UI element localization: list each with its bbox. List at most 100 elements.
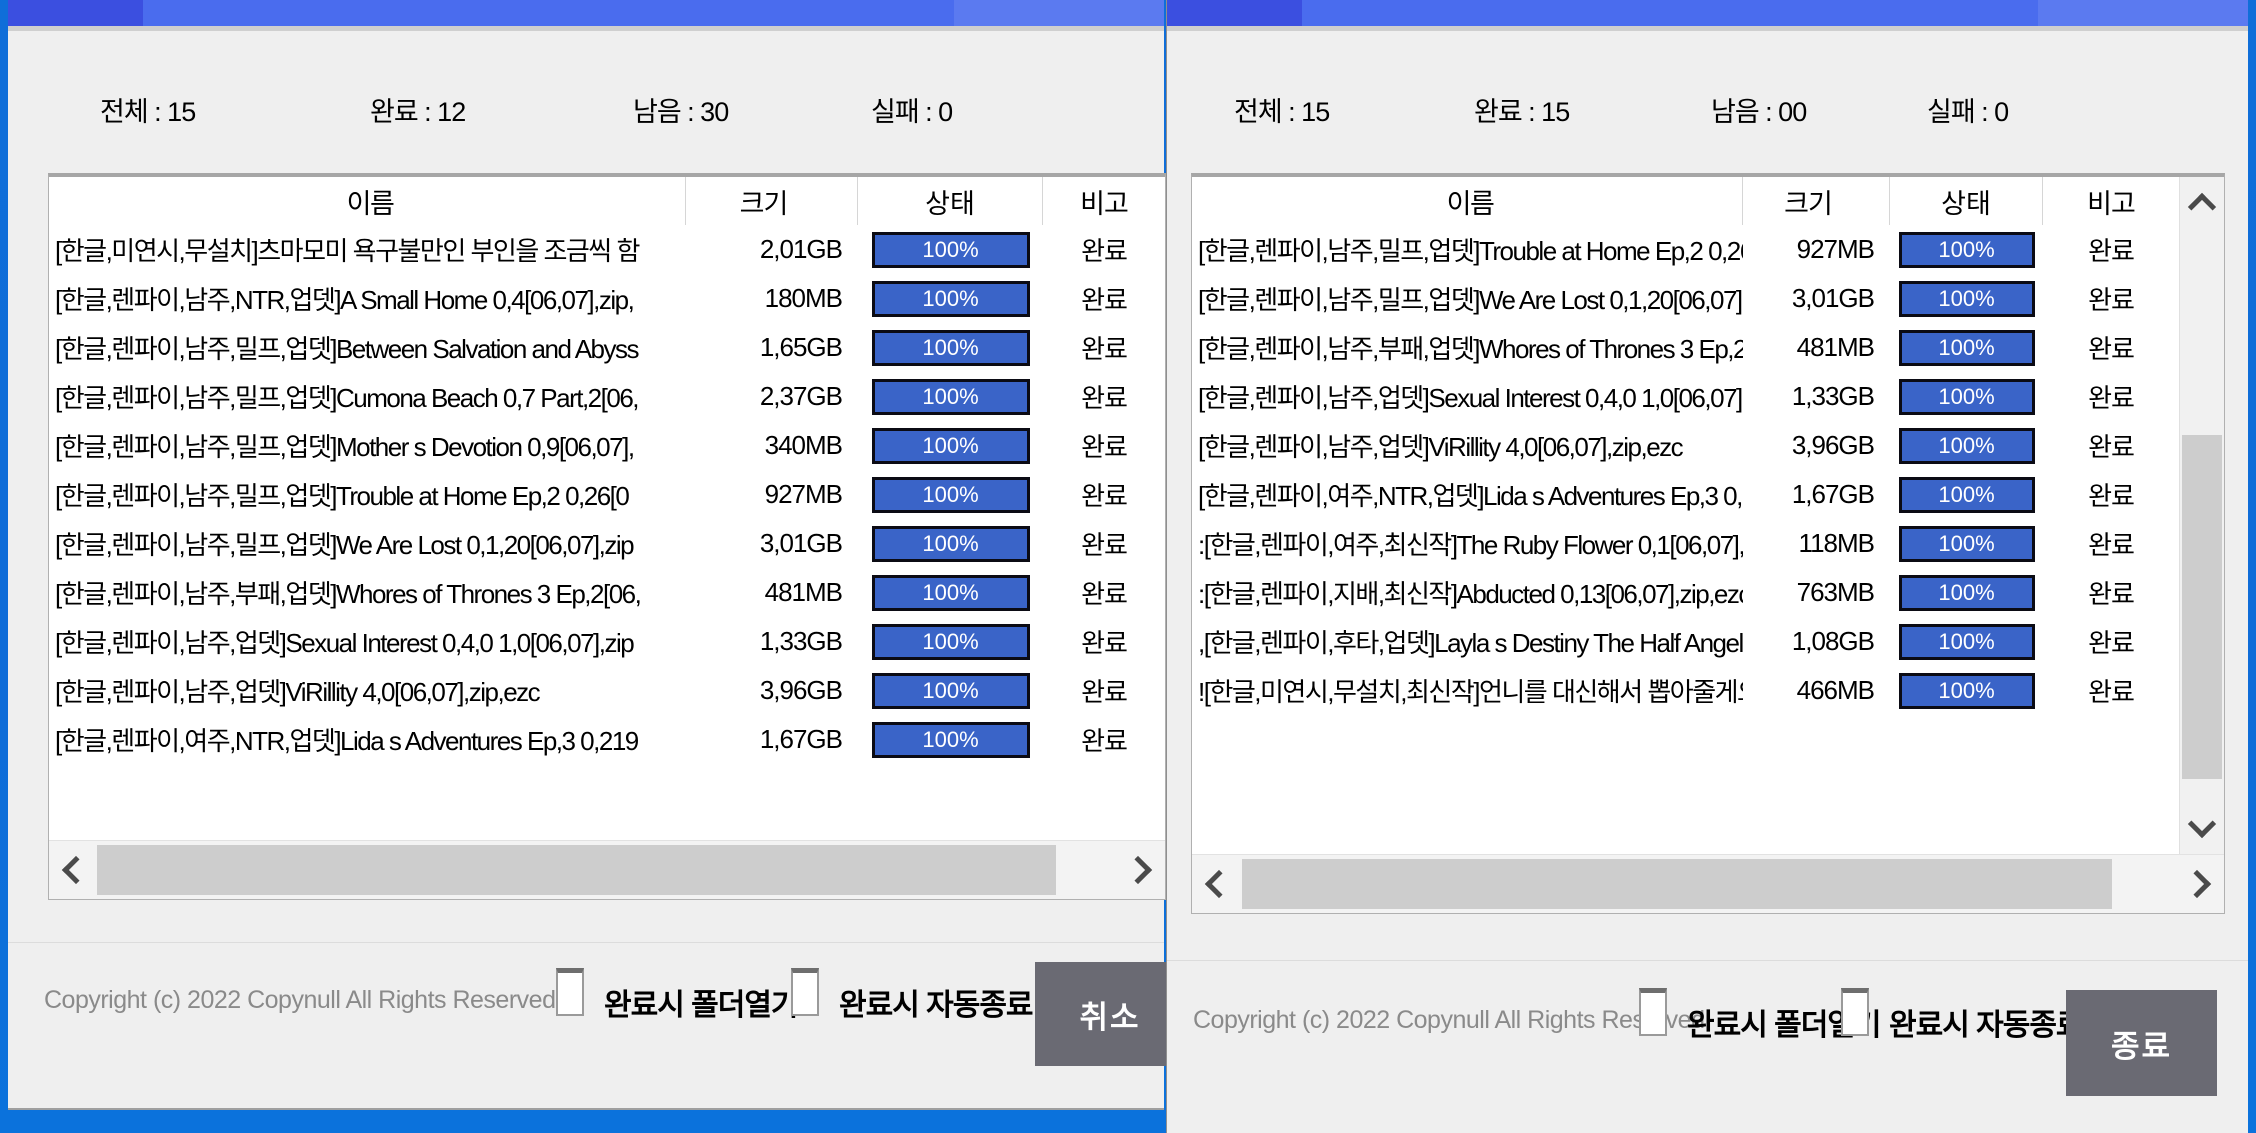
table-row[interactable]: [한글,렌파이,남주,업뎃]ViRillity 4,0[06,07],zip,e… (1192, 421, 2179, 470)
titlebar-segment-light (2038, 0, 2248, 26)
header-name: 이름 (1192, 177, 1743, 225)
table-row[interactable]: [한글,렌파이,남주,밀프,업뎃]We Are Lost 0,1,20[06,0… (49, 519, 1165, 568)
progress-bar: 100% (872, 526, 1030, 562)
remark: 완료 (2043, 280, 2179, 317)
table-row[interactable]: [한글,렌파이,남주,부패,업뎃]Whores of Thrones 3 Ep,… (1192, 323, 2179, 372)
auto-exit-checkbox[interactable] (1841, 988, 1869, 1036)
download-table: 이름 크기 상태 비고 [한글,렌파이,남주,밀프,업뎃]Trouble at … (1191, 173, 2225, 914)
remark: 완료 (1043, 672, 1165, 709)
table-row[interactable]: [한글,렌파이,남주,업뎃]Sexual Interest 0,4,0 1,0[… (1192, 372, 2179, 421)
status-cell: 100% (1890, 624, 2043, 660)
header-status: 상태 (858, 177, 1043, 225)
open-folder-checkbox[interactable] (556, 968, 584, 1016)
table-row[interactable]: [한글,렌파이,남주,밀프,업뎃]Trouble at Home Ep,2 0,… (49, 470, 1165, 519)
table-row[interactable]: :[한글,렌파이,여주,최신작]The Ruby Flower 0,1[06,0… (1192, 519, 2179, 568)
table-row[interactable]: [한글,렌파이,남주,업뎃]ViRillity 4,0[06,07],zip,e… (49, 666, 1165, 715)
stat-completed: 완료 : 15 (1474, 90, 1711, 129)
file-name: :[한글,렌파이,여주,최신작]The Ruby Flower 0,1[06,0… (1192, 525, 1743, 562)
scrollbar-thumb[interactable] (1242, 859, 2112, 909)
header-name: 이름 (49, 177, 686, 225)
horizontal-scrollbar[interactable] (49, 840, 1165, 899)
scrollbar-track[interactable] (1240, 855, 2176, 913)
status-cell: 100% (858, 232, 1043, 268)
table-body: [한글,렌파이,남주,밀프,업뎃]Trouble at Home Ep,2 0,… (1192, 225, 2179, 854)
chevron-left-icon (62, 856, 90, 884)
scrollbar-thumb[interactable] (2182, 435, 2222, 779)
auto-exit-checkbox[interactable] (791, 968, 819, 1016)
scrollbar-track[interactable] (2180, 229, 2224, 802)
stat-remaining: 남음 : 00 (1711, 90, 1927, 129)
chevron-right-icon (1124, 856, 1152, 884)
table-row[interactable]: [한글,렌파이,남주,부패,업뎃]Whores of Thrones 3 Ep,… (49, 568, 1165, 617)
status-cell: 100% (1890, 526, 2043, 562)
status-cell: 100% (858, 722, 1043, 758)
progress-bar: 100% (1899, 526, 2035, 562)
scroll-right-arrow[interactable] (1117, 841, 1165, 899)
table-row[interactable]: :[한글,렌파이,지배,최신작]Abducted 0,13[06,07],zip… (1192, 568, 2179, 617)
table-row[interactable]: [한글,렌파이,남주,업뎃]Sexual Interest 0,4,0 1,0[… (49, 617, 1165, 666)
download-table: 이름 크기 상태 비고 [한글,미연시,무설치]츠마모미 욕구불만인 부인을 조… (48, 173, 1166, 900)
table-row[interactable]: [한글,미연시,무설치]츠마모미 욕구불만인 부인을 조금씩 함 2,01GB … (49, 225, 1165, 274)
header-size: 크기 (686, 177, 858, 225)
table-row[interactable]: [한글,렌파이,여주,NTR,업뎃]Lida s Adventures Ep,3… (49, 715, 1165, 764)
progress-bar: 100% (1899, 428, 2035, 464)
scroll-left-arrow[interactable] (1192, 855, 1240, 913)
panel-divider (1167, 960, 2248, 961)
table-row[interactable]: ![한글,미연시,무설치,최신작]언니를 대신해서 뽑아줄게요 그 466MB … (1192, 666, 2179, 715)
progress-bar: 100% (1899, 673, 2035, 709)
table-header: 이름 크기 상태 비고 (1192, 177, 2179, 225)
progress-bar: 100% (1899, 232, 2035, 268)
stat-completed: 완료 : 12 (370, 90, 633, 129)
status-cell: 100% (1890, 428, 2043, 464)
scroll-down-arrow[interactable] (2180, 802, 2224, 854)
file-name: [한글,렌파이,남주,NTR,업뎃]A Small Home 0,4[06,07… (49, 280, 686, 317)
table-row[interactable]: [한글,렌파이,남주,밀프,업뎃]We Are Lost 0,1,20[06,0… (1192, 274, 2179, 323)
file-name: [한글,렌파이,여주,NTR,업뎃]Lida s Adventures Ep,3… (1192, 476, 1743, 513)
table-row[interactable]: [한글,렌파이,남주,밀프,업뎃]Mother s Devotion 0,9[0… (49, 421, 1165, 470)
progress-bar: 100% (1899, 624, 2035, 660)
status-cell: 100% (858, 330, 1043, 366)
scrollbar-thumb[interactable] (97, 845, 1056, 895)
progress-bar: 100% (872, 232, 1030, 268)
remark: 완료 (1043, 280, 1165, 317)
exit-button[interactable]: 종료 (2066, 990, 2217, 1096)
status-cell: 100% (858, 428, 1043, 464)
progress-bar: 100% (872, 428, 1030, 464)
table-row[interactable]: [한글,렌파이,남주,밀프,업뎃]Between Salvation and A… (49, 323, 1165, 372)
titlebar[interactable] (8, 0, 1164, 26)
stat-total: 전체 : 15 (1234, 90, 1474, 129)
file-size: 3,96GB (686, 675, 858, 706)
open-folder-checkbox[interactable] (1639, 988, 1667, 1036)
status-cell: 100% (1890, 330, 2043, 366)
file-size: 1,08GB (1743, 626, 1890, 657)
stats-row: 전체 : 15 완료 : 12 남음 : 30 실패 : 0 (8, 90, 1164, 129)
status-cell: 100% (1890, 232, 2043, 268)
table-row[interactable]: ,[한글,렌파이,후타,업뎃]Layla s Destiny The Half … (1192, 617, 2179, 666)
table-row[interactable]: [한글,렌파이,남주,밀프,업뎃]Trouble at Home Ep,2 0,… (1192, 225, 2179, 274)
file-size: 180MB (686, 283, 858, 314)
copyright-text: Copyright (c) 2022 Copynull All Rights R… (44, 986, 555, 1015)
desktop: { "colors": { "desktop_blue": "#0e6cd8",… (0, 0, 2256, 1133)
cancel-button[interactable]: 취소 (1035, 962, 1185, 1066)
file-size: 927MB (686, 479, 858, 510)
remark: 완료 (1043, 378, 1165, 415)
horizontal-scrollbar[interactable] (1192, 854, 2224, 913)
scroll-up-arrow[interactable] (2180, 177, 2224, 229)
file-size: 763MB (1743, 577, 1890, 608)
titlebar[interactable] (1167, 0, 2248, 26)
table-row[interactable]: [한글,렌파이,여주,NTR,업뎃]Lida s Adventures Ep,3… (1192, 470, 2179, 519)
scroll-left-arrow[interactable] (49, 841, 97, 899)
vertical-scrollbar[interactable] (2179, 177, 2224, 854)
remark: 완료 (1043, 476, 1165, 513)
scrollbar-track[interactable] (97, 841, 1117, 899)
scroll-right-arrow[interactable] (2176, 855, 2224, 913)
remark: 완료 (1043, 231, 1165, 268)
remark: 완료 (2043, 329, 2179, 366)
progress-bar: 100% (1899, 281, 2035, 317)
progress-bar: 100% (872, 673, 1030, 709)
table-row[interactable]: [한글,렌파이,남주,밀프,업뎃]Cumona Beach 0,7 Part,2… (49, 372, 1165, 421)
file-size: 2,01GB (686, 234, 858, 265)
table-row[interactable]: [한글,렌파이,남주,NTR,업뎃]A Small Home 0,4[06,07… (49, 274, 1165, 323)
progress-bar: 100% (872, 477, 1030, 513)
file-size: 927MB (1743, 234, 1890, 265)
